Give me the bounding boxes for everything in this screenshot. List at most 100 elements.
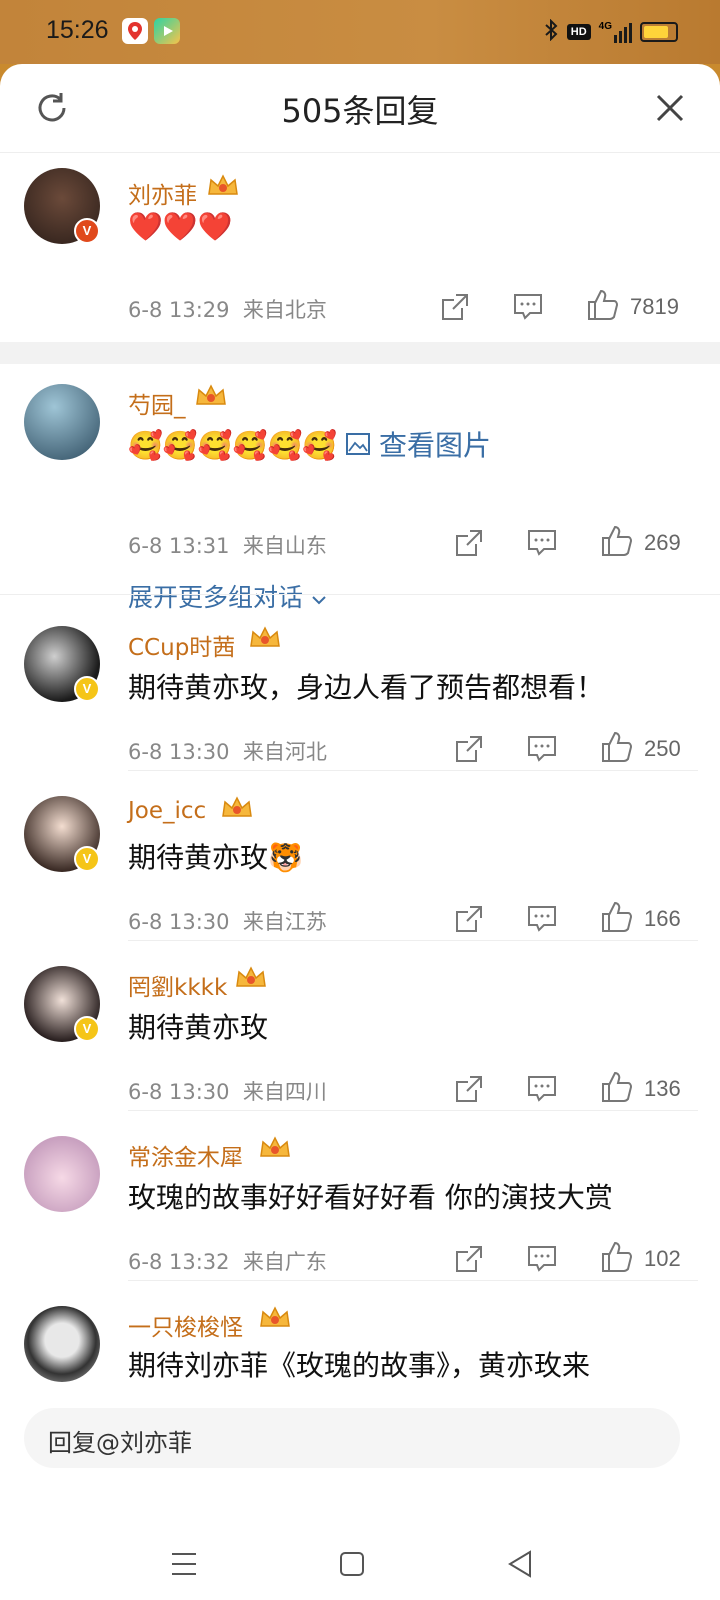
hd-badge: HD <box>566 24 591 40</box>
comment-time: 6-8 13:29 <box>128 298 230 322</box>
crown-badge-icon <box>220 794 254 822</box>
divider <box>128 1280 698 1281</box>
like-icon[interactable] <box>600 730 634 768</box>
share-icon[interactable] <box>440 292 470 326</box>
like-icon[interactable] <box>600 524 634 562</box>
comment-location: 来自河北 <box>242 740 327 764</box>
crown-badge-icon <box>206 172 240 200</box>
comment-item: V 罔劉kkkk 期待黄亦玫 6-8 13:30 来自四川 136 <box>0 964 720 1114</box>
comment-icon[interactable] <box>512 292 544 326</box>
replies-sheet: 505条回复 V 刘亦菲 ❤️❤️❤️ 6-8 13:29 来自北京 7819 … <box>0 64 720 1600</box>
avatar[interactable] <box>24 1136 100 1212</box>
comment-item: V Joe_icc 期待黄亦玫🐯 6-8 13:30 来自江苏 166 <box>0 794 720 944</box>
menu-icon[interactable] <box>164 1544 204 1584</box>
share-icon[interactable] <box>454 1074 484 1108</box>
bluetooth-icon <box>543 18 559 45</box>
verified-badge: V <box>74 846 100 872</box>
comment-meta: 6-8 13:30 来自河北 <box>128 736 327 766</box>
page-title: 505条回复 <box>281 92 439 130</box>
comment-item: 一只梭梭怪 期待刘亦菲《玫瑰的故事》，黄亦玫来 <box>0 1304 720 1384</box>
comment-item: V 刘亦菲 ❤️❤️❤️ 6-8 13:29 来自北京 7819 <box>0 164 720 334</box>
like-icon[interactable] <box>600 1240 634 1278</box>
back-icon[interactable] <box>500 1544 540 1584</box>
comment-text: 玫瑰的故事好好看好好看 你的演技大赏 <box>128 1181 613 1214</box>
comment-meta: 6-8 13:30 来自江苏 <box>128 906 327 936</box>
comment-icon[interactable] <box>526 1074 558 1108</box>
comment-meta: 6-8 13:30 来自四川 <box>128 1076 327 1106</box>
view-picture-link[interactable]: 查看图片 <box>346 429 491 462</box>
comment-meta: 6-8 13:31 来自山东 <box>128 530 327 560</box>
divider <box>0 594 720 595</box>
like-count: 166 <box>644 906 681 931</box>
comment-meta: 6-8 13:29 来自北京 <box>128 294 327 324</box>
chevron-down-icon <box>311 583 327 612</box>
network-label: 4G <box>598 21 612 32</box>
like-count: 7819 <box>630 294 679 319</box>
username[interactable]: Joe_icc <box>128 798 206 824</box>
like-count: 250 <box>644 736 681 761</box>
comment-item: 芍园_ 🥰🥰🥰🥰🥰🥰 查看图片 6-8 13:31 来自山东 269 展开更多组… <box>0 380 720 612</box>
reply-input[interactable]: 回复@刘亦菲 <box>24 1408 680 1468</box>
comment-text: 期待黄亦玫 <box>128 1011 269 1044</box>
section-divider <box>0 342 720 364</box>
comment-time: 6-8 13:30 <box>128 740 230 764</box>
comment-text: 🥰🥰🥰🥰🥰🥰 查看图片 <box>128 424 491 464</box>
comment-icon[interactable] <box>526 528 558 562</box>
signal-icon: 4G <box>599 21 632 43</box>
share-icon[interactable] <box>454 1244 484 1278</box>
comment-location: 来自广东 <box>242 1250 327 1274</box>
home-icon[interactable] <box>332 1544 372 1584</box>
close-icon[interactable] <box>650 88 690 128</box>
comment-location: 来自江苏 <box>242 910 327 934</box>
comment-location: 来自四川 <box>242 1080 327 1104</box>
username[interactable]: CCup时茜 <box>128 628 235 662</box>
video-app-icon <box>154 18 180 44</box>
share-icon[interactable] <box>454 734 484 768</box>
comment-text: ❤️❤️❤️ <box>128 210 233 243</box>
like-icon[interactable] <box>600 1070 634 1108</box>
crown-badge-icon <box>258 1134 292 1162</box>
comment-icon[interactable] <box>526 734 558 768</box>
comment-icon[interactable] <box>526 904 558 938</box>
avatar[interactable] <box>24 1306 100 1382</box>
comment-text: 期待刘亦菲《玫瑰的故事》，黄亦玫来 <box>128 1349 591 1382</box>
like-count: 136 <box>644 1076 681 1101</box>
status-bar: 15:26 HD 4G <box>0 0 720 64</box>
username[interactable]: 罔劉kkkk <box>128 968 227 1002</box>
avatar[interactable] <box>24 384 100 460</box>
comment-time: 6-8 13:32 <box>128 1250 230 1274</box>
share-icon[interactable] <box>454 528 484 562</box>
reply-placeholder: 回复@刘亦菲 <box>48 1429 192 1457</box>
crown-badge-icon <box>194 382 228 410</box>
comment-item: V CCup时茜 期待黄亦玫，身边人看了预告都想看！ 6-8 13:30 来自河… <box>0 624 720 774</box>
username[interactable]: 芍园_ <box>128 386 186 420</box>
username[interactable]: 一只梭梭怪 <box>128 1308 243 1342</box>
system-nav-bar <box>0 1534 720 1600</box>
sheet-header: 505条回复 <box>0 64 720 153</box>
verified-badge: V <box>74 218 100 244</box>
like-icon[interactable] <box>586 288 620 326</box>
status-time: 15:26 <box>46 16 109 44</box>
like-icon[interactable] <box>600 900 634 938</box>
expand-conversation-link[interactable]: 展开更多组对话 <box>128 578 327 614</box>
username[interactable]: 常涂金木犀 <box>128 1138 243 1172</box>
comment-location: 来自北京 <box>242 298 327 322</box>
comment-text: 期待黄亦玫🐯 <box>128 841 303 874</box>
comment-item: 常涂金木犀 玫瑰的故事好好看好好看 你的演技大赏 6-8 13:32 来自广东 … <box>0 1134 720 1284</box>
image-icon <box>346 429 379 462</box>
share-icon[interactable] <box>454 904 484 938</box>
username[interactable]: 刘亦菲 <box>128 176 197 210</box>
like-count: 102 <box>644 1246 681 1271</box>
divider <box>128 940 698 941</box>
divider <box>128 1110 698 1111</box>
comment-time: 6-8 13:30 <box>128 910 230 934</box>
view-picture-label: 查看图片 <box>379 429 492 462</box>
comment-time: 6-8 13:30 <box>128 1080 230 1104</box>
like-count: 269 <box>644 530 681 555</box>
comment-meta: 6-8 13:32 来自广东 <box>128 1246 327 1276</box>
crown-badge-icon <box>248 624 282 652</box>
comment-icon[interactable] <box>526 1244 558 1278</box>
crown-badge-icon <box>258 1304 292 1332</box>
verified-badge: V <box>74 676 100 702</box>
comment-emojis: 🥰🥰🥰🥰🥰🥰 <box>128 429 338 462</box>
